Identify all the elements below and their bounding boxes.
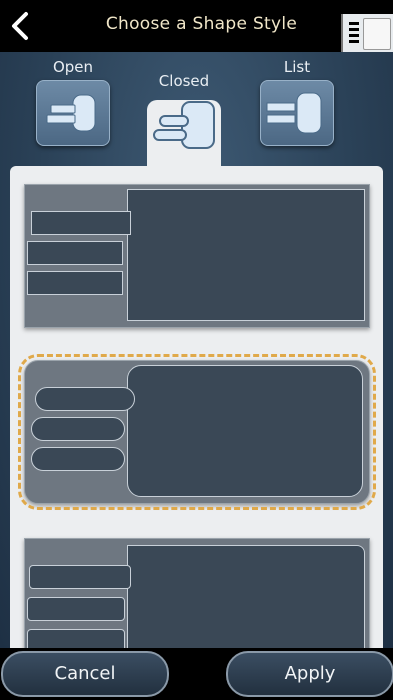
back-button[interactable]	[6, 10, 36, 42]
list-shape-icon	[260, 80, 334, 146]
closed-shape-icon	[148, 94, 220, 158]
apply-button[interactable]: Apply	[226, 651, 393, 697]
cancel-button[interactable]: Cancel	[1, 651, 169, 697]
page-title: Choose a Shape Style	[105, 14, 298, 34]
top-bar: Choose a Shape Style	[0, 0, 393, 52]
bottom-bar: Cancel Apply	[0, 648, 393, 700]
tab-label: Open	[52, 58, 94, 76]
open-shape-icon	[36, 80, 110, 146]
style-card-rounded[interactable]	[18, 354, 376, 510]
panel-menu-button[interactable]	[341, 14, 393, 52]
style-stage: Open Closed List	[0, 52, 393, 669]
style-card-square[interactable]	[24, 184, 370, 328]
tab-open[interactable]: Open	[36, 58, 110, 146]
panel-menu-icon	[349, 22, 359, 25]
tab-label: Closed	[158, 72, 210, 90]
tab-list[interactable]: List	[260, 58, 334, 146]
style-list-panel	[10, 166, 383, 669]
tab-label: List	[283, 58, 311, 76]
chevron-left-icon	[12, 12, 28, 40]
tab-closed[interactable]: Closed	[148, 72, 220, 158]
